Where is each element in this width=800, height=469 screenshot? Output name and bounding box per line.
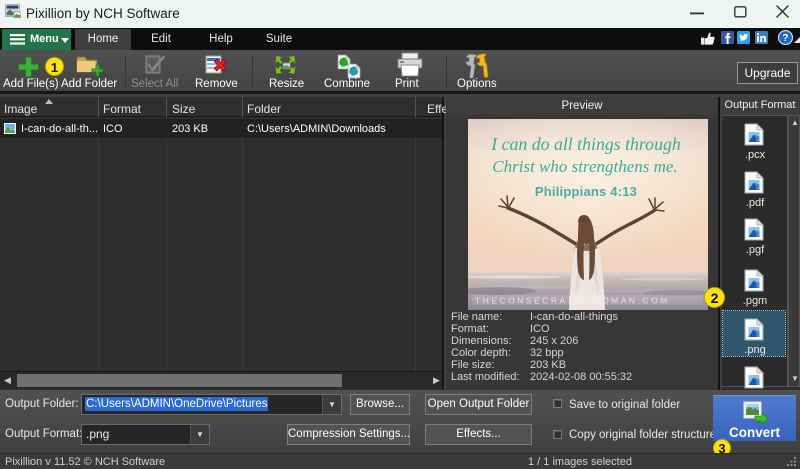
svg-text:?: ? bbox=[782, 32, 788, 44]
svg-text:I can do all things through: I can do all things through bbox=[490, 134, 681, 154]
svg-text:Christ who strengthens me.: Christ who strengthens me. bbox=[492, 157, 677, 176]
svg-text:THECONSECRATEDWOMAN.COM: THECONSECRATEDWOMAN.COM bbox=[475, 296, 670, 306]
svg-text:Philippians 4:13: Philippians 4:13 bbox=[535, 184, 637, 199]
